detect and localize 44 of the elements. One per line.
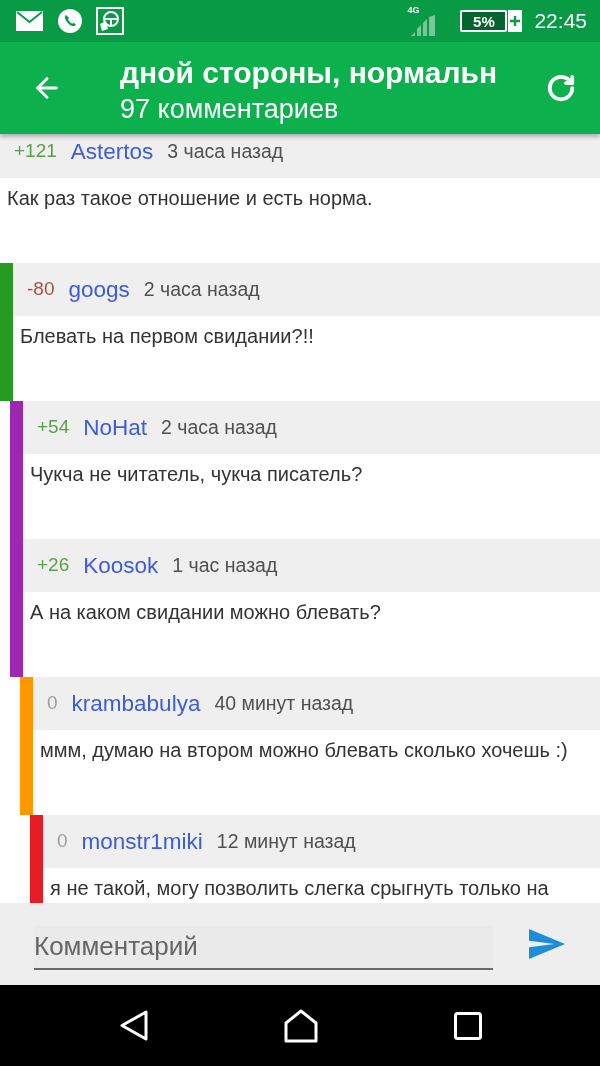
home-icon [284,1008,318,1043]
comment-author[interactable]: monstr1miki [81,824,203,859]
comment-score: 0 [57,829,68,854]
comment-score: 0 [47,691,58,716]
phone-icon [58,9,82,33]
comment-count: 97 комментариев [120,93,340,126]
clock-time: 22:45 [534,8,587,35]
comment-author[interactable]: NoHat [83,410,147,445]
refresh-icon [546,73,576,103]
comment-time: 1 час назад [172,552,278,578]
comment-author[interactable]: Astertos [70,134,154,169]
comment-text: Блевать на первом свидании?!! [20,325,315,347]
comment-score: +54 [37,415,70,440]
comment-score: +121 [14,139,57,164]
comment-author[interactable]: googs [68,272,130,307]
comment-input[interactable]: Комментарий [34,925,493,970]
square-icon [454,1011,482,1040]
send-button[interactable] [528,928,566,960]
refresh-button[interactable] [545,72,577,104]
battery-percent: 5% [473,13,495,29]
back-nav-button[interactable] [120,1010,148,1041]
home-nav-button[interactable] [284,1008,318,1043]
comment-text: ммм, думаю на втором можно блевать сколько хочешь :) [40,739,569,761]
comment-score: -80 [27,277,55,302]
recent-apps-button[interactable] [454,1011,482,1040]
comment-text: Чукча не читатель, чукча писатель? [30,463,364,485]
mail-icon [16,11,43,31]
comment-text: А на каком свидании можно блевать? [30,601,382,623]
triangle-back-icon [120,1010,148,1041]
page-title: дной стороны, нормальн [120,55,499,91]
send-icon [529,929,565,959]
steering-wheel-icon [96,7,124,35]
comment-time: 40 минут назад [214,690,354,716]
comment-time: 12 минут назад [216,828,356,854]
comment-time: 2 часа назад [143,276,260,302]
comment-time: 2 часа назад [161,414,277,440]
comment-score: +26 [37,553,70,578]
comment-text: я не такой, могу позволить слегка срыгнуть только на [50,877,550,899]
signal-icon [411,15,436,36]
comment-author[interactable]: krambabulya [71,686,201,721]
comment-text: Как раз такое отношение и есть норма. [7,187,374,209]
comment-time: 3 часа назад [167,138,284,164]
network-type: 4G [407,6,420,15]
comment-author[interactable]: Koosok [83,548,159,583]
